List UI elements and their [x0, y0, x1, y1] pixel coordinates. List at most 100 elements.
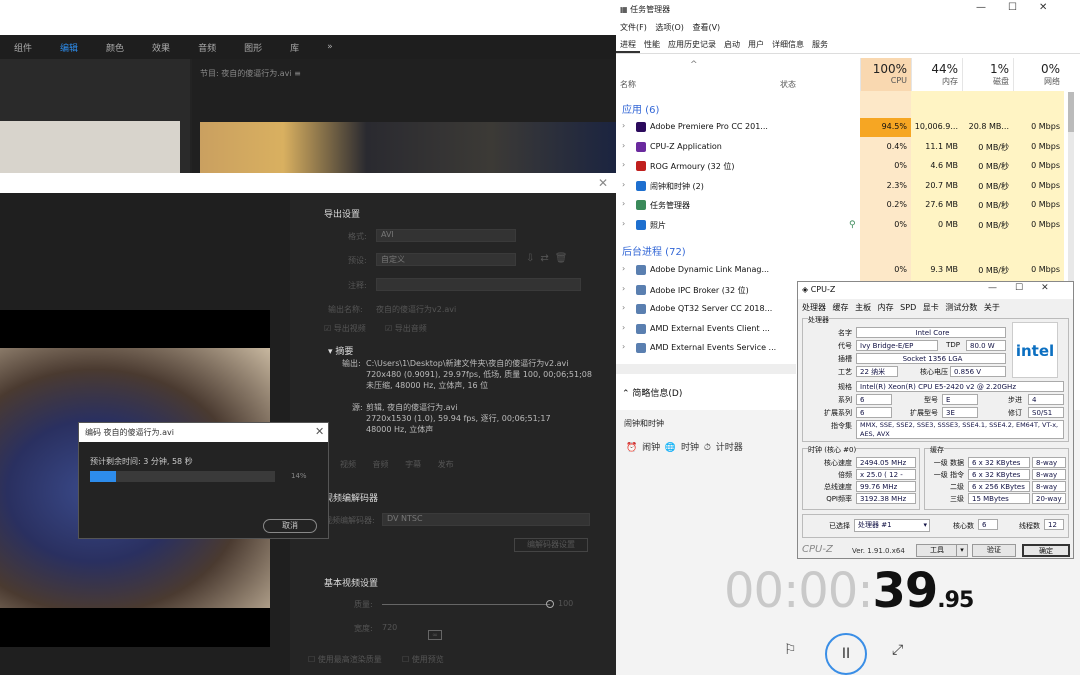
output-name-link[interactable]: 夜自的傻逼行为v2.avi	[376, 304, 456, 315]
use-preview-checkbox[interactable]: ☐ 使用预览	[402, 654, 444, 665]
tools-button[interactable]: 工具	[916, 544, 958, 557]
task-manager-title: ▦ 任务管理器	[620, 5, 671, 14]
background-group-header[interactable]: 后台进程 (72)	[622, 243, 686, 258]
process-row[interactable]: › CPU-Z Application 0.4% 11.1 MB 0 MB/秒 0 Mbp…	[616, 138, 1066, 157]
tab-processes[interactable]: 进程	[616, 38, 640, 53]
expand-chevron-icon[interactable]: ›	[622, 219, 625, 228]
column-disk[interactable]: 1% 磁盘	[962, 58, 1013, 91]
menu-item[interactable]: 图形	[244, 41, 262, 54]
processor-select[interactable]: 处理器 #1 ▾	[854, 519, 930, 532]
qpi-value: 3192.38 MHz	[856, 493, 916, 504]
tab-startup[interactable]: 启动	[720, 38, 744, 53]
expand-chevron-icon[interactable]: ›	[622, 199, 625, 208]
expand-chevron-icon[interactable]: ›	[622, 264, 625, 273]
column-network[interactable]: 0% 网络	[1013, 58, 1064, 91]
cpuz-tabs[interactable]: 处理器 缓存 主板 内存 SPD 显卡 测试分数 关于	[802, 302, 1000, 313]
close-icon[interactable]: ✕	[598, 176, 608, 190]
menu-item-edit[interactable]: 编辑	[60, 41, 78, 54]
tab-users[interactable]: 用户	[744, 38, 768, 53]
menu-overflow[interactable]: »	[327, 42, 333, 52]
menu-item[interactable]: 音频	[198, 41, 216, 54]
column-status[interactable]: 状态	[780, 79, 796, 90]
menu-item[interactable]: 库	[290, 41, 299, 54]
process-row[interactable]: › 任务管理器 0.2% 27.6 MB 0 MB/秒 0 Mbps	[616, 196, 1066, 215]
format-select[interactable]: AVI	[376, 229, 516, 242]
summary-line: 剪辑, 夜自的傻逼行为.avi	[366, 403, 458, 412]
tab-performance[interactable]: 性能	[640, 38, 664, 53]
ok-button[interactable]: 确定	[1022, 544, 1070, 557]
process-name: Adobe IPC Broker (32 位)	[650, 285, 749, 295]
summary-toggle[interactable]: ▾ 摘要	[328, 344, 353, 357]
link-icon[interactable]: ∞	[428, 630, 442, 640]
encoding-percent: 14%	[291, 472, 307, 480]
time-hours-minutes: 00:00:	[724, 563, 873, 619]
workspace-menu: 组件 编辑 颜色 效果 音频 图形 库 »	[0, 35, 616, 59]
validate-button[interactable]: 验证	[972, 544, 1016, 557]
sort-chevron-icon[interactable]: ^	[690, 60, 698, 70]
comment-input[interactable]	[376, 278, 581, 291]
quality-slider[interactable]	[382, 604, 550, 605]
time-fraction: .95	[937, 588, 974, 613]
process-row[interactable]: › ROG Armoury (32 位) 0% 4.6 MB 0 MB/秒 0 Mbps	[616, 157, 1066, 176]
expand-chevron-icon[interactable]: ›	[622, 121, 625, 130]
export-audio-checkbox[interactable]: ☑ 导出音频	[385, 323, 427, 334]
process-row[interactable]: › 照片 0% 0 MB 0 MB/秒 0 Mbps	[616, 216, 1066, 235]
clock-tabs[interactable]: ⏰ 闹钟 🌐 时钟 ⏱ 计时器	[626, 440, 743, 453]
expand-chevron-icon[interactable]: ›	[622, 303, 625, 312]
apps-group-header[interactable]: 应用 (6)	[622, 101, 659, 116]
flag-icon[interactable]: ⚐	[784, 642, 797, 658]
menu-item[interactable]: 组件	[14, 41, 32, 54]
tab-audio[interactable]: 音频	[373, 460, 389, 469]
process-row[interactable]: › Adobe Premiere Pro CC 201... 94.5% 10,006…	[616, 118, 1066, 137]
expand-icon[interactable]: ⤢	[892, 642, 903, 658]
expand-chevron-icon[interactable]: ›	[622, 141, 625, 150]
process-row[interactable]: › 闹钟和时钟 (2) 2.3% 20.7 MB 0 MB/秒 0 Mbps	[616, 177, 1066, 196]
quality-value: 100	[558, 599, 574, 608]
expand-chevron-icon[interactable]: ›	[622, 180, 625, 189]
width-value[interactable]: 720	[382, 623, 397, 632]
task-manager-menu[interactable]: 文件(F) 选项(O) 查看(V)	[620, 22, 720, 33]
tab-publish[interactable]: 发布	[438, 460, 454, 469]
tools-dropdown-icon[interactable]: ▾	[956, 544, 968, 557]
tab-app-history[interactable]: 应用历史记录	[664, 38, 720, 53]
preset-icons[interactable]: ⇩⇄🗑	[526, 253, 573, 264]
process-name: ROG Armoury (32 位)	[650, 162, 735, 171]
menu-item[interactable]: 颜色	[106, 41, 124, 54]
l1i-label: 一级 指令	[933, 471, 964, 479]
clock-title: 闹钟和时钟	[624, 419, 664, 428]
tab-video[interactable]: 视频	[340, 460, 356, 469]
tab-services[interactable]: 服务	[808, 38, 832, 53]
close-icon[interactable]: ✕	[315, 425, 324, 438]
column-memory[interactable]: 44% 内存	[911, 58, 962, 91]
export-video-checkbox[interactable]: ☑ 导出视频	[324, 323, 366, 334]
expand-chevron-icon[interactable]: ›	[622, 323, 625, 332]
settings-tabs[interactable]: 视频 音频 字幕 发布	[340, 459, 454, 470]
tab-details[interactable]: 详细信息	[768, 38, 808, 53]
processor-group-title: 处理器	[808, 315, 829, 325]
horizontal-scrollbar[interactable]	[616, 364, 796, 374]
codec-label: 视频编解码器:	[324, 516, 375, 525]
process-icon	[636, 304, 646, 314]
pause-button[interactable]: II	[825, 633, 867, 675]
window-controls[interactable]: —☐✕	[976, 2, 1069, 13]
column-cpu[interactable]: 100% CPU	[860, 58, 911, 91]
brief-info-button[interactable]: ⌃ 简略信息(D)	[622, 386, 682, 399]
cancel-button[interactable]: 取消	[263, 519, 317, 533]
menu-item[interactable]: 效果	[152, 41, 170, 54]
expand-chevron-icon[interactable]: ›	[622, 284, 625, 293]
tab-captions[interactable]: 字幕	[405, 460, 421, 469]
codec-select[interactable]: DV NTSC	[382, 513, 590, 526]
column-name[interactable]: 名称	[620, 79, 636, 90]
quality-slider-handle[interactable]	[546, 600, 554, 608]
scrollbar-thumb[interactable]	[1068, 92, 1074, 132]
preset-select[interactable]: 自定义	[376, 253, 516, 266]
window-controls[interactable]: —☐✕	[988, 283, 1067, 293]
max-render-checkbox[interactable]: ☐ 使用最高渲染质量	[308, 654, 382, 665]
codec-settings-button[interactable]: 编解码器设置	[514, 538, 588, 552]
expand-chevron-icon[interactable]: ›	[622, 160, 625, 169]
use-preview-label: 使用预览	[411, 655, 444, 664]
l3-value: 15 MBytes	[968, 493, 1030, 504]
expand-chevron-icon[interactable]: ›	[622, 342, 625, 351]
process-row[interactable]: › Adobe Dynamic Link Manag... 0% 9.3 MB 0 MB…	[616, 261, 1066, 280]
program-title[interactable]: 节目: 夜自的傻逼行为.avi ≡	[200, 68, 301, 79]
